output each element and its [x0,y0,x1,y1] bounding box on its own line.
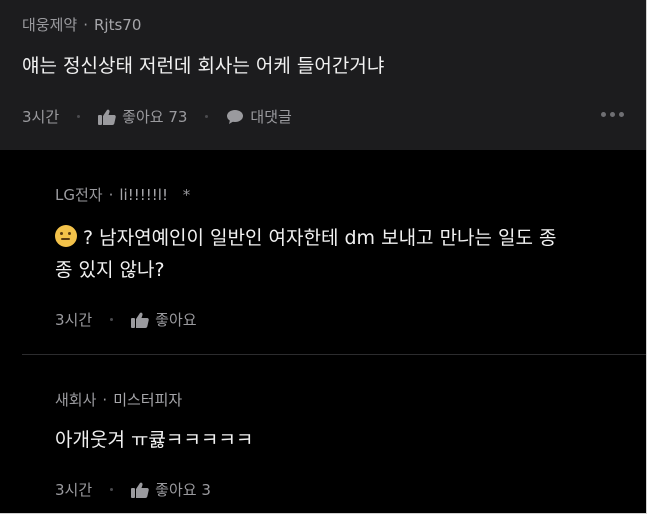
comment-text: 얘는 정신상태 저런데 회사는 어케 들어간거냐 [22,55,385,77]
meta-separator: · [102,391,108,409]
like-count-label: 좋아요 3 [155,481,211,499]
reply-text: 아개웃겨 ㅠ큟ㅋㅋㅋㅋㅋ [55,429,254,451]
more-dot [610,112,615,117]
company-name: LG전자 [55,186,103,204]
thumbs-up-icon [131,312,149,328]
reply-text-line-2: 종 있지 않나? [55,259,165,281]
comment-meta: 대웅제약 · Rjts70 [22,14,141,35]
thumbs-up-icon [98,109,116,125]
like-button[interactable]: 좋아요 73 [98,106,187,127]
company-name: 새회사 [55,391,97,409]
meta-separator: · [108,186,114,204]
separator-dot [205,115,209,118]
meta-separator: · [83,16,88,34]
like-count-label: 좋아요 73 [122,108,188,126]
separator-dot [77,115,81,118]
timestamp: 3시간 [22,108,60,126]
like-label: 좋아요 [155,311,197,329]
timestamp: 3시간 [55,481,93,499]
reply-meta: LG전자 · li!!!!!l! * [55,184,190,205]
more-dot [619,112,624,117]
thumbs-up-icon [131,482,149,498]
reply-text-line-1: ? 남자연예인이 일반인 여자한테 dm 보내고 만나는 일도 종 [55,222,557,254]
comment-thread: 대웅제약 · Rjts70 얘는 정신상태 저런데 회사는 어케 들어간거냐 3시간… [0,0,647,514]
timestamp: 3시간 [55,311,93,329]
badge: * [182,186,191,204]
separator-dot [110,488,114,491]
divider [22,354,646,355]
company-name: 대웅제약 [22,16,78,34]
reply-label: 대댓글 [250,108,292,126]
thinking-face-icon [55,225,77,247]
like-button[interactable]: 좋아요 3 [131,479,211,500]
speech-bubble-icon [227,109,244,124]
comment-actions: 3시간 좋아요 73 대댓글 [22,106,292,127]
main-comment: 대웅제약 · Rjts70 얘는 정신상태 저런데 회사는 어케 들어간거냐 3시간… [0,0,646,150]
separator-dot [110,318,114,321]
like-button[interactable]: 좋아요 [131,309,197,330]
reply-actions: 3시간 좋아요 [55,309,197,330]
reply-text: ? 남자연예인이 일반인 여자한테 dm 보내고 만나는 일도 종 [83,227,557,249]
nickname[interactable]: li!!!!!l! [119,186,168,204]
more-options-button[interactable] [601,112,624,117]
reply-actions: 3시간 좋아요 3 [55,479,211,500]
more-dot [601,112,606,117]
reply-button[interactable]: 대댓글 [226,106,292,127]
nickname[interactable]: Rjts70 [94,16,141,34]
reply-meta: 새회사 · 미스터피자 [55,389,182,410]
nickname[interactable]: 미스터피자 [113,391,182,409]
